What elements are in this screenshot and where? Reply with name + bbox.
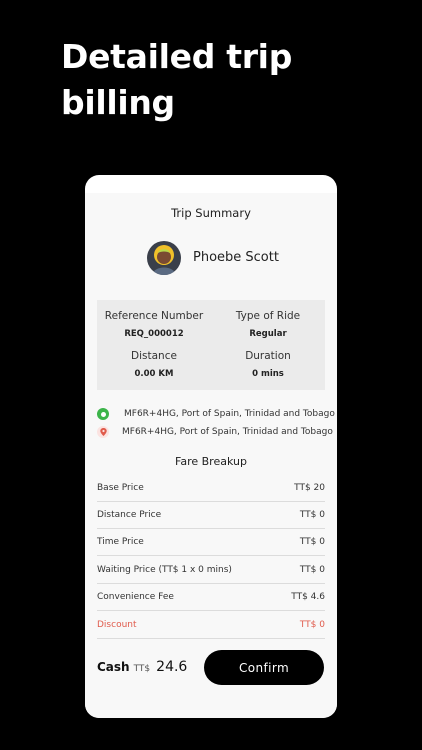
promo-headline: Detailed trip billing [61,34,391,126]
total-amount: 24.6 [156,659,188,675]
fare-label: Time Price [97,537,144,547]
reference-cell: Reference Number REQ_000012 [97,310,211,339]
fare-row-time-price: Time Price TT$ 0 [97,529,325,556]
reference-value: REQ_000012 [124,329,184,339]
fare-value: TT$ 0 [299,537,325,547]
distance-value: 0.00 KM [134,369,174,379]
fare-value: TT$ 4.6 [291,592,325,602]
rider-name: Phoebe Scott [193,250,279,265]
ride-type-value: Regular [249,329,287,339]
phone-frame: Trip Summary Phoebe Scott Reference Numb… [85,175,337,718]
fare-label: Discount [97,620,137,630]
pickup-address-row: MF6R+4HG, Port of Spain, Trinidad and To… [97,406,335,422]
fare-label: Base Price [97,483,144,493]
fare-value: TT$ 0 [299,620,325,630]
trip-summary-screen: Trip Summary Phoebe Scott Reference Numb… [85,193,337,718]
headline-line-1: Detailed trip [61,37,293,76]
fare-row-discount: Discount TT$ 0 [97,612,325,639]
pickup-dot-icon [97,408,109,420]
screen-title: Trip Summary [171,206,251,220]
distance-cell: Distance 0.00 KM [97,350,211,379]
currency-label: TT$ [133,664,151,674]
reference-label: Reference Number [104,310,204,322]
fare-label: Waiting Price (TT$ 1 x 0 mins) [97,565,232,575]
fare-value: TT$ 0 [299,565,325,575]
fare-label: Convenience Fee [97,592,174,602]
fare-breakup-title: Fare Breakup [175,455,247,468]
total-summary: Cash TT$ 24.6 [97,659,187,675]
fare-row-base-price: Base Price TT$ 20 [97,475,325,502]
duration-cell: Duration 0 mins [211,350,325,379]
fare-row-distance-price: Distance Price TT$ 0 [97,502,325,529]
duration-label: Duration [245,350,291,362]
headline-line-2: billing [61,83,175,122]
avatar [147,241,181,275]
fare-row-convenience-fee: Convenience Fee TT$ 4.6 [97,584,325,611]
dropoff-address: MF6R+4HG, Port of Spain, Trinidad and To… [122,427,333,437]
distance-label: Distance [131,350,177,362]
confirm-button[interactable]: Confirm [204,650,324,685]
ride-type-cell: Type of Ride Regular [211,310,325,339]
location-pin-icon [97,426,109,438]
fare-value: TT$ 20 [294,483,325,493]
fare-label: Distance Price [97,510,162,520]
fare-row-waiting-price: Waiting Price (TT$ 1 x 0 mins) TT$ 0 [97,557,325,584]
payment-method: Cash [97,660,130,674]
fare-value: TT$ 0 [299,510,325,520]
trip-info-panel: Reference Number REQ_000012 Type of Ride… [97,300,325,390]
duration-value: 0 mins [252,369,284,379]
ride-type-label: Type of Ride [235,310,301,322]
dropoff-address-row: MF6R+4HG, Port of Spain, Trinidad and To… [97,424,333,440]
pickup-address: MF6R+4HG, Port of Spain, Trinidad and To… [124,409,335,419]
